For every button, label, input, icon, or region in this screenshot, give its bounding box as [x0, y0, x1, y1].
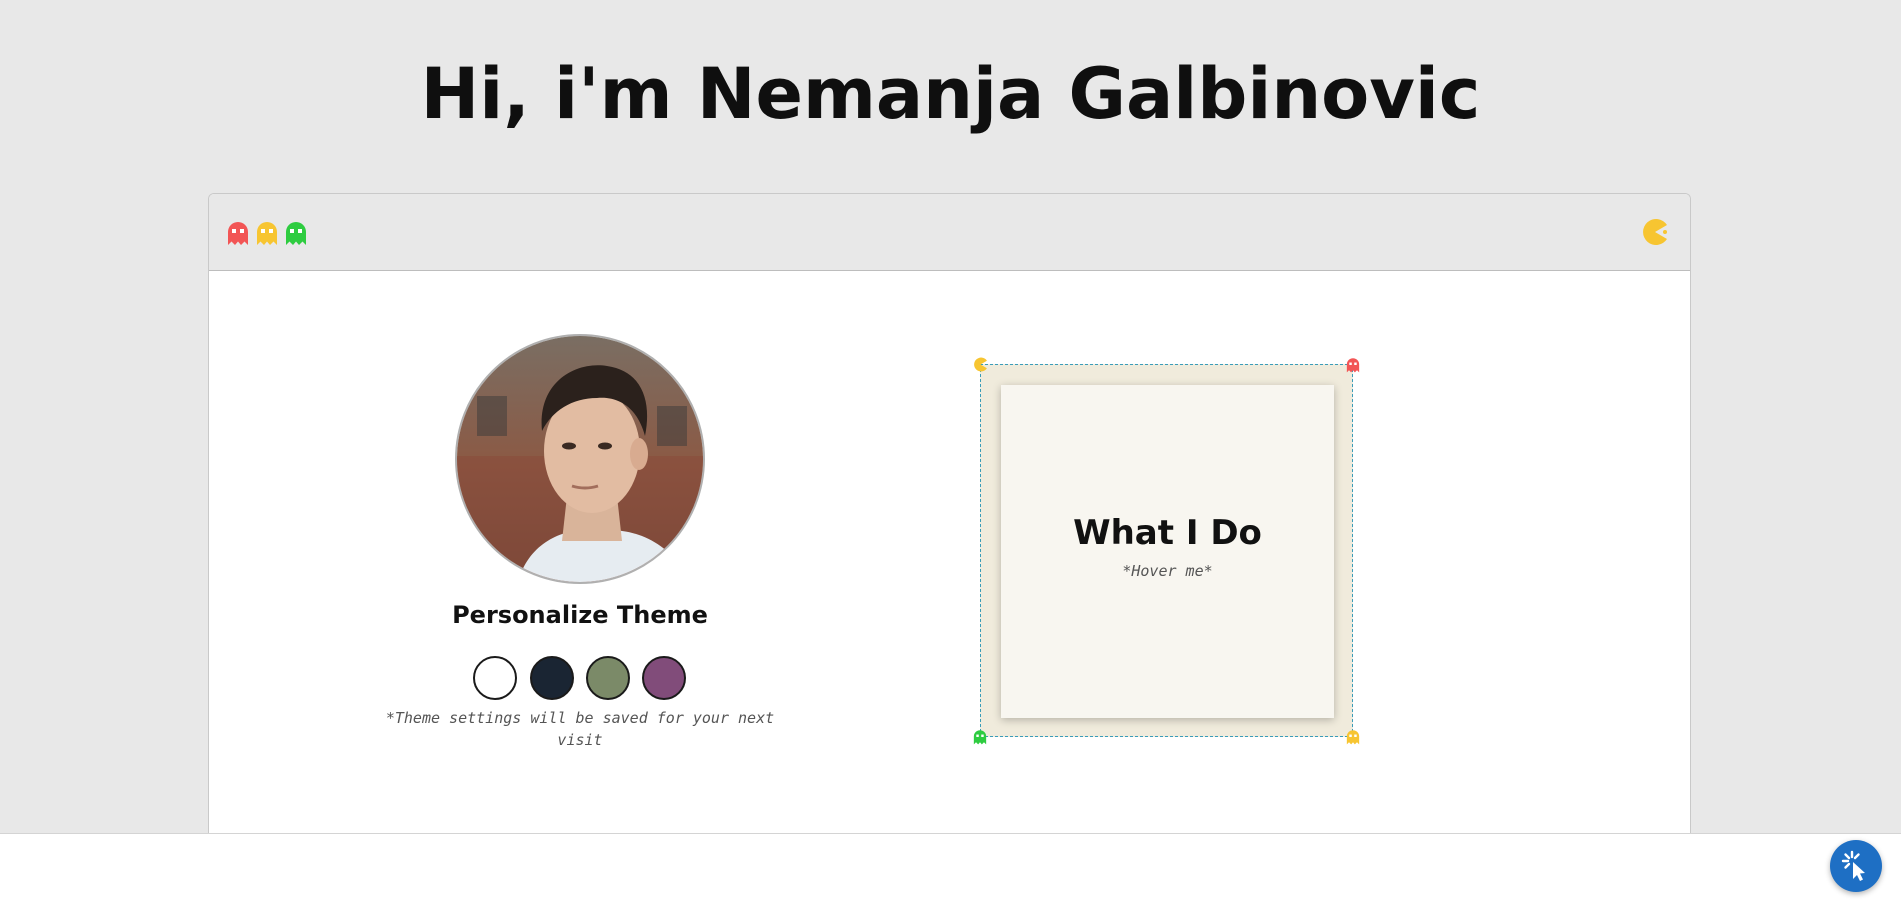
- what-i-do-frame: What I Do *Hover me*: [980, 364, 1353, 737]
- theme-swatch-navy[interactable]: [530, 656, 574, 700]
- pointer-click-icon: [1841, 850, 1865, 881]
- bottom-strip: [0, 833, 1901, 901]
- card-hover-hint: *Hover me*: [1122, 562, 1213, 580]
- theme-swatch-white[interactable]: [473, 656, 517, 700]
- accessibility-button[interactable]: [1830, 840, 1882, 892]
- corner-pacman-icon: [974, 357, 987, 372]
- theme-save-note: *Theme settings will be saved for your n…: [385, 709, 775, 749]
- pacman-icon[interactable]: [1641, 218, 1669, 246]
- page-title: Hi, i'm Nemanja Galbinovic: [420, 53, 1481, 135]
- corner-red-ghost-icon: [1346, 358, 1360, 373]
- green-ghost-icon[interactable]: [285, 220, 307, 246]
- theme-swatch-olive[interactable]: [586, 656, 630, 700]
- red-ghost-icon[interactable]: [227, 220, 249, 246]
- yellow-ghost-icon[interactable]: [256, 220, 278, 246]
- profile-photo: [457, 336, 703, 582]
- browser-window: Personalize Theme *Theme settings will b…: [208, 193, 1691, 833]
- card-title: What I Do: [1073, 513, 1262, 553]
- avatar: [455, 334, 705, 584]
- what-i-do-card[interactable]: What I Do *Hover me*: [1001, 385, 1334, 718]
- corner-yellow-ghost-icon: [1346, 730, 1360, 745]
- theme-swatch-plum[interactable]: [642, 656, 686, 700]
- window-title-bar: [209, 194, 1690, 271]
- corner-green-ghost-icon: [973, 730, 987, 745]
- personalize-theme-title: Personalize Theme: [452, 601, 708, 629]
